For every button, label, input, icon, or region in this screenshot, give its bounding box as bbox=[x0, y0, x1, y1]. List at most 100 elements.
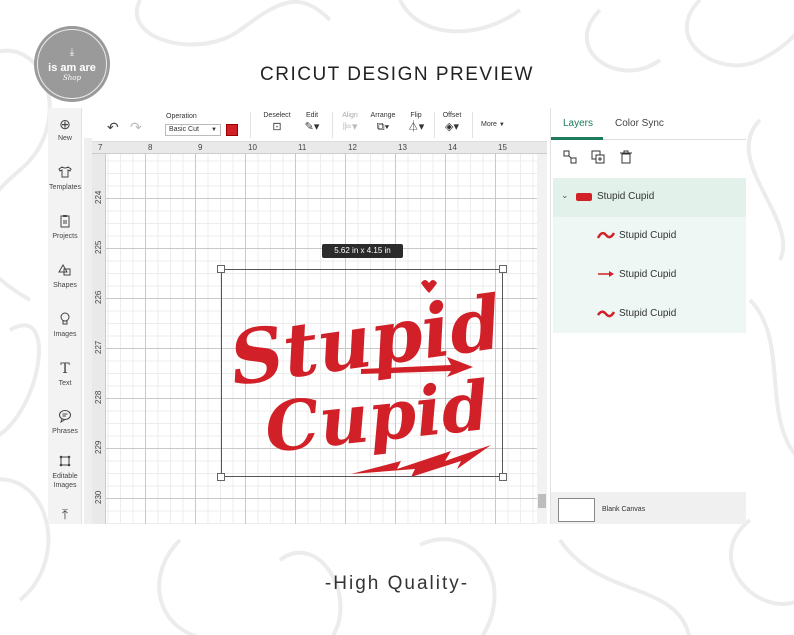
plus-circle-icon: ⊕ bbox=[59, 116, 71, 132]
ruler-left-tick: 225 bbox=[94, 240, 103, 254]
layers-list: ⌄ Stupid Cupid Stupid Cupid Stupid Cupid bbox=[553, 178, 746, 333]
edit-button[interactable]: Edit ✎▾ bbox=[300, 112, 324, 133]
edit-label: Edit bbox=[305, 112, 319, 119]
toolbar-divider bbox=[434, 112, 435, 138]
nav-label: Templates bbox=[49, 184, 81, 191]
chevron-down-icon[interactable]: ⌄ bbox=[561, 190, 569, 201]
ruler-top-tick: 12 bbox=[348, 143, 357, 152]
ruler-left-tick: 230 bbox=[94, 490, 103, 504]
layer-thumbnail bbox=[576, 193, 592, 201]
flip-label: Flip bbox=[410, 112, 422, 119]
arrange-icon: ⧉▾ bbox=[376, 121, 390, 133]
logo-name: is am are bbox=[48, 61, 96, 74]
clipboard-icon bbox=[48, 214, 82, 230]
operation-select[interactable]: Basic Cut ▼ bbox=[165, 124, 221, 136]
ruler-top-tick: 13 bbox=[398, 143, 407, 152]
layers-panel: Layers Color Sync ⌄ Stupid Cupid Stupid … bbox=[550, 108, 746, 524]
nav-label: New bbox=[57, 135, 72, 142]
tshirt-icon bbox=[48, 165, 82, 181]
speech-bubble-icon bbox=[48, 409, 82, 425]
blank-canvas-row[interactable]: Blank Canvas bbox=[551, 492, 746, 524]
toolbar-divider bbox=[332, 112, 333, 138]
nav-item-images[interactable]: Images bbox=[48, 312, 82, 339]
nav-label: Shapes bbox=[53, 282, 77, 289]
operation-color-swatch[interactable] bbox=[226, 124, 238, 136]
offset-icon: ◈▾ bbox=[445, 121, 459, 133]
flip-button[interactable]: Flip ⏃▾ bbox=[404, 112, 428, 133]
nav-item-text[interactable]: T Text bbox=[48, 361, 82, 388]
more-button[interactable]: More ▼ bbox=[481, 121, 505, 128]
operation-value: Basic Cut bbox=[169, 126, 199, 133]
layer-group-name: Stupid Cupid bbox=[597, 191, 655, 202]
resize-handle-bottom-right[interactable] bbox=[499, 473, 507, 481]
offset-button[interactable]: Offset ◈▾ bbox=[440, 112, 464, 133]
ruler-top-tick: 9 bbox=[198, 143, 203, 152]
nav-item-upload[interactable]: ⤒ bbox=[48, 506, 82, 522]
footer-text: -High Quality- bbox=[324, 573, 470, 594]
resize-handle-top-left[interactable] bbox=[217, 265, 225, 273]
undo-icon[interactable]: ↶ bbox=[107, 119, 119, 136]
deselect-label: Deselect bbox=[263, 112, 291, 119]
arrange-button[interactable]: Arrange ⧉▾ bbox=[368, 112, 398, 133]
ruler-top-tick: 8 bbox=[148, 143, 153, 152]
ruler-left: 224 225 226 227 228 229 230 bbox=[92, 154, 106, 524]
resize-handle-bottom-left[interactable] bbox=[217, 473, 225, 481]
nav-label: Images bbox=[53, 331, 77, 338]
layer-row[interactable]: Stupid Cupid bbox=[553, 256, 746, 295]
scrollbar-thumb[interactable] bbox=[538, 494, 546, 508]
crop-icon bbox=[48, 454, 82, 470]
blank-canvas-label: Blank Canvas bbox=[602, 506, 646, 513]
nav-item-templates[interactable]: Templates bbox=[48, 165, 82, 192]
toolbar-divider bbox=[250, 112, 251, 138]
align-button: Align ⊫▾ bbox=[339, 112, 361, 133]
layer-name: Stupid Cupid bbox=[619, 230, 677, 241]
ruler-left-tick: 228 bbox=[94, 390, 103, 404]
trash-icon[interactable] bbox=[619, 150, 633, 167]
deselect-button[interactable]: Deselect ⊡ bbox=[263, 112, 291, 133]
design-canvas[interactable]: 5.62 in x 4.15 in Stupid Cupid bbox=[106, 154, 537, 524]
layer-row[interactable]: Stupid Cupid bbox=[553, 295, 746, 334]
nav-label: Phrases bbox=[52, 428, 78, 435]
layer-thumbnail bbox=[597, 231, 615, 239]
duplicate-icon[interactable] bbox=[591, 150, 605, 167]
align-icon: ⊫▾ bbox=[342, 121, 358, 133]
ruler-top-tick: 7 bbox=[98, 143, 103, 152]
layer-name: Stupid Cupid bbox=[619, 308, 677, 319]
logo-sub: Shop bbox=[63, 73, 81, 82]
resize-handle-top-right[interactable] bbox=[499, 265, 507, 273]
offset-label: Offset bbox=[442, 112, 462, 119]
canvas-scrollbar[interactable] bbox=[537, 154, 547, 524]
ruler-top-tick: 14 bbox=[448, 143, 457, 152]
left-nav: ⊕ New Templates Projects Shapes Images T… bbox=[48, 108, 82, 524]
left-scrollbar[interactable] bbox=[84, 138, 92, 524]
ruler-left-tick: 227 bbox=[94, 340, 103, 354]
tab-layers[interactable]: Layers bbox=[563, 118, 593, 129]
text-t-icon: T bbox=[60, 361, 70, 377]
arrange-label: Arrange bbox=[370, 112, 396, 119]
toolbar-divider bbox=[472, 112, 473, 138]
nav-label: Text bbox=[58, 380, 72, 387]
ruler-left-tick: 226 bbox=[94, 290, 103, 304]
layer-name: Stupid Cupid bbox=[619, 269, 677, 280]
ruler-left-tick: 224 bbox=[94, 190, 103, 204]
nav-item-editable-images[interactable]: Editable Images bbox=[48, 454, 82, 490]
align-label: Align bbox=[342, 112, 358, 119]
operation-label: Operation bbox=[166, 113, 197, 120]
panel-tabs: Layers Color Sync bbox=[551, 108, 746, 140]
nav-item-shapes[interactable]: Shapes bbox=[48, 263, 82, 290]
nav-item-new[interactable]: ⊕ New bbox=[48, 116, 82, 143]
ruler-top-tick: 10 bbox=[248, 143, 257, 152]
layer-group[interactable]: ⌄ Stupid Cupid bbox=[553, 178, 746, 217]
group-icon[interactable] bbox=[563, 150, 577, 167]
pen-icon: ✎▾ bbox=[304, 121, 320, 133]
nav-item-phrases[interactable]: Phrases bbox=[48, 409, 82, 436]
layer-row[interactable]: Stupid Cupid bbox=[553, 217, 746, 256]
chevron-down-icon: ▼ bbox=[211, 127, 217, 133]
nav-item-projects[interactable]: Projects bbox=[48, 214, 82, 241]
tab-color-sync[interactable]: Color Sync bbox=[615, 118, 664, 129]
ruler-left-tick: 229 bbox=[94, 440, 103, 454]
cricut-app-window: ⊕ New Templates Projects Shapes Images T… bbox=[48, 108, 746, 524]
download-icon: ⤓ bbox=[69, 46, 75, 58]
upload-icon: ⤒ bbox=[61, 506, 69, 522]
dimension-badge: 5.62 in x 4.15 in bbox=[322, 244, 403, 258]
